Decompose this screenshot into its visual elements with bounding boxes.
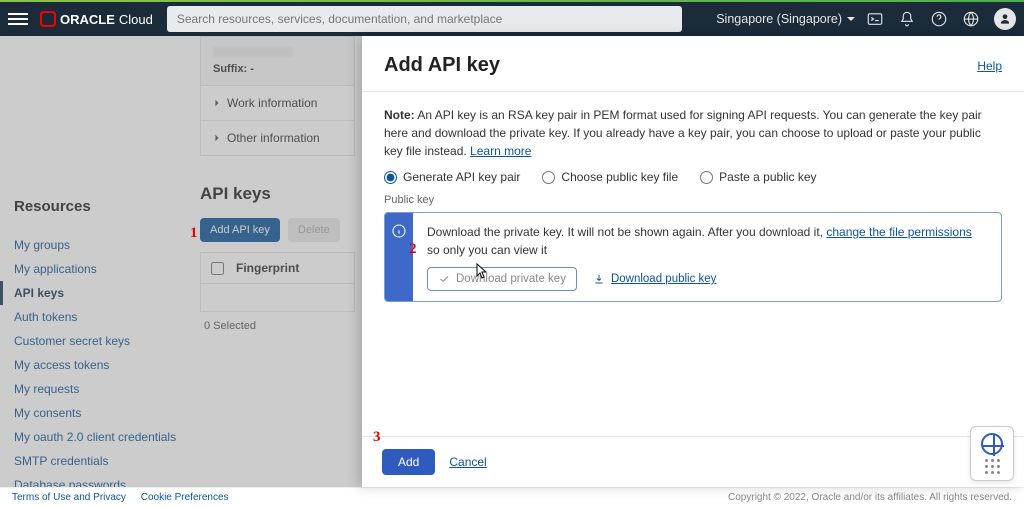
grid-dots-icon [985,459,1000,474]
cancel-link[interactable]: Cancel [449,455,486,469]
download-infobox: Download the private key. It will not be… [384,212,1002,302]
oracle-cloud-logo[interactable]: ORACLE Cloud [40,11,153,27]
help-icon[interactable] [930,10,948,28]
profile-avatar[interactable] [994,8,1016,30]
lifebuoy-icon [981,433,1003,455]
chevron-down-icon [846,14,856,24]
note-text: Note: An API key is an RSA key pair in P… [384,106,1002,160]
check-icon [438,273,450,285]
radio-choose-file[interactable]: Choose public key file [542,170,678,184]
support-widget[interactable] [970,426,1014,481]
terms-link[interactable]: Terms of Use and Privacy [12,492,126,503]
globe-icon[interactable] [962,10,980,28]
download-private-key-button[interactable]: Download private key [427,267,577,291]
radio-paste[interactable]: Paste a public key [700,170,816,184]
panel-title: Add API key [384,54,500,77]
download-icon [593,273,605,285]
search-input[interactable] [167,6,682,32]
info-icon [391,223,407,239]
hamburger-menu[interactable] [8,13,28,25]
help-link[interactable]: Help [977,59,1002,73]
radio-generate[interactable]: Generate API key pair [384,170,520,184]
learn-more-link[interactable]: Learn more [470,144,531,158]
annotation-2: 2 [409,241,417,258]
user-icon [998,12,1012,26]
public-key-label: Public key [384,194,1002,206]
add-button[interactable]: Add [382,449,435,475]
region-label: Singapore (Singapore) [716,12,842,26]
key-source-radios: Generate API key pair Choose public key … [384,170,1002,184]
change-permissions-link[interactable]: change the file permissions [826,225,971,239]
copyright-text: Copyright © 2022, Oracle and/or its affi… [728,492,1012,503]
cookie-link[interactable]: Cookie Preferences [141,492,229,503]
download-public-key-link[interactable]: Download public key [593,273,716,285]
brand-text-a: ORACLE [60,12,115,27]
region-selector[interactable]: Singapore (Singapore) [716,12,856,26]
brand-text-b: Cloud [119,12,153,27]
topbar: ORACLE Cloud Singapore (Singapore) [0,2,1024,36]
annotation-3: 3 [373,429,381,446]
bell-icon[interactable] [898,10,916,28]
annotation-1: 1 [190,225,198,242]
add-api-key-panel: Add API key Help Note: An API key is an … [362,36,1024,487]
oracle-o-icon [40,11,56,27]
cloud-shell-icon[interactable] [866,10,884,28]
page-footer: Terms of Use and Privacy Cookie Preferen… [0,487,1024,507]
